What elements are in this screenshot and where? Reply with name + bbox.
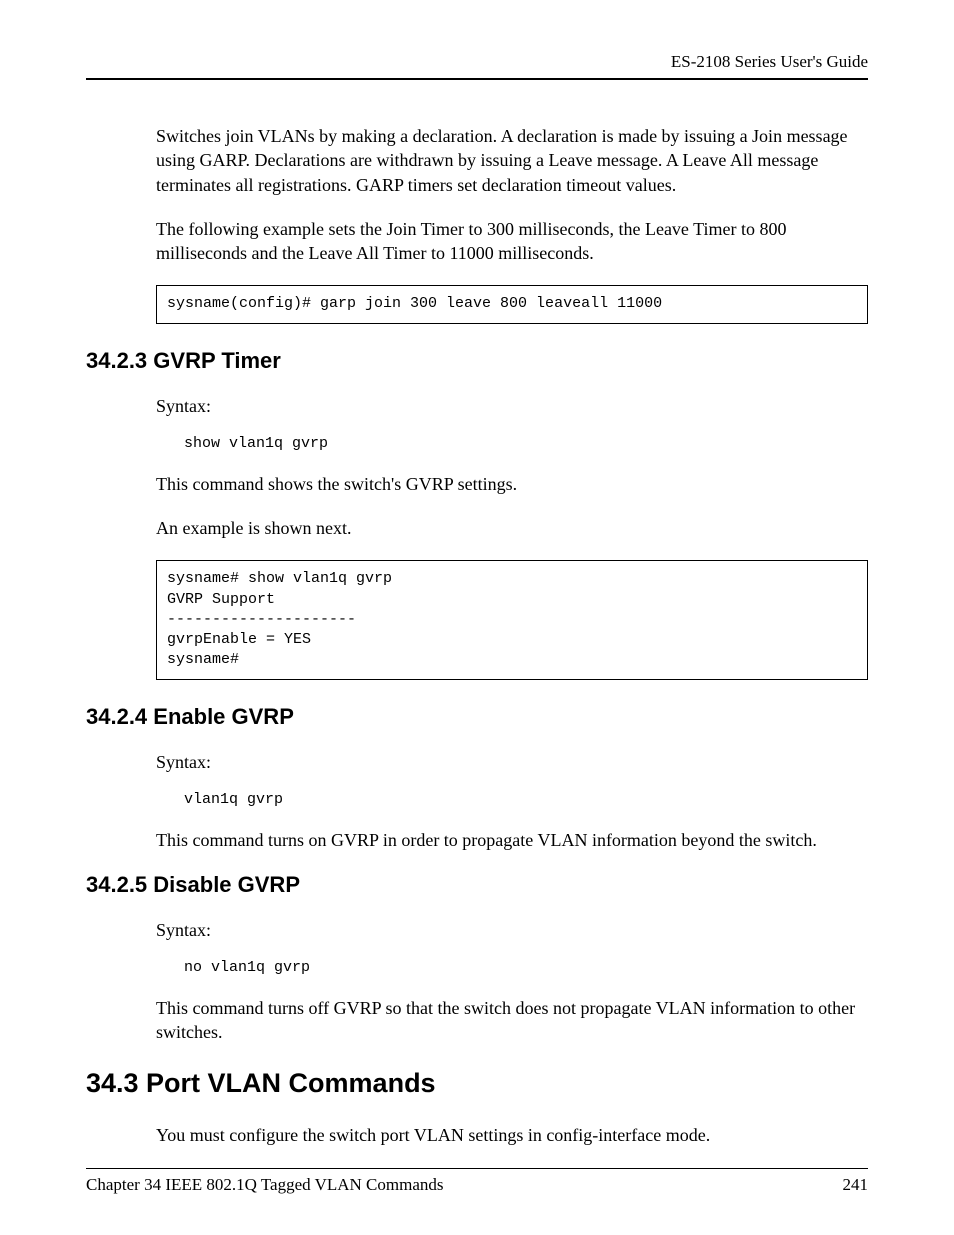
page-header: ES-2108 Series User's Guide — [86, 52, 868, 80]
syntax-cmd-3423: show vlan1q gvrp — [184, 435, 868, 452]
syntax-label-3425: Syntax: — [156, 920, 868, 941]
intro-code-block: sysname(config)# garp join 300 leave 800… — [156, 285, 868, 323]
section-3424-heading: 34.2.4 Enable GVRP — [86, 704, 868, 730]
section-3423-heading: 34.2.3 GVRP Timer — [86, 348, 868, 374]
section-3425-heading: 34.2.5 Disable GVRP — [86, 872, 868, 898]
desc-3423: This command shows the switch's GVRP set… — [156, 472, 868, 496]
footer-chapter: Chapter 34 IEEE 802.1Q Tagged VLAN Comma… — [86, 1175, 444, 1195]
intro-para2: The following example sets the Join Time… — [156, 217, 868, 266]
desc-343: You must configure the switch port VLAN … — [156, 1123, 868, 1147]
syntax-label-3423: Syntax: — [156, 396, 868, 417]
header-rule — [86, 78, 868, 80]
intro-para1: Switches join VLANs by making a declarat… — [156, 124, 868, 197]
footer-page-number: 241 — [843, 1175, 869, 1195]
example-code-3423: sysname# show vlan1q gvrp GVRP Support -… — [156, 560, 868, 679]
section-343-heading: 34.3 Port VLAN Commands — [86, 1068, 868, 1099]
syntax-cmd-3425: no vlan1q gvrp — [184, 959, 868, 976]
syntax-cmd-3424: vlan1q gvrp — [184, 791, 868, 808]
desc-3425: This command turns off GVRP so that the … — [156, 996, 868, 1045]
guide-title: ES-2108 Series User's Guide — [86, 52, 868, 72]
footer-rule — [86, 1168, 868, 1169]
example-label-3423: An example is shown next. — [156, 516, 868, 540]
syntax-label-3424: Syntax: — [156, 752, 868, 773]
page-footer: Chapter 34 IEEE 802.1Q Tagged VLAN Comma… — [86, 1168, 868, 1195]
desc-3424: This command turns on GVRP in order to p… — [156, 828, 868, 852]
